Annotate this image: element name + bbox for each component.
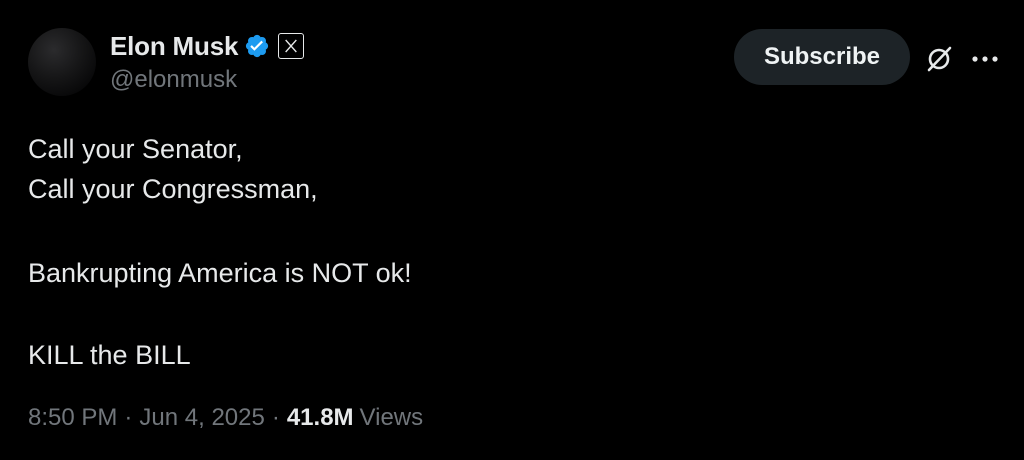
more-icon[interactable] <box>968 44 1002 74</box>
author-handle[interactable]: @elonmusk <box>110 66 237 94</box>
post-text-line: Bankrupting America is NOT ok! <box>28 258 412 288</box>
subscribe-button[interactable]: Subscribe <box>734 29 910 85</box>
post-time[interactable]: 8:50 PM <box>28 404 117 432</box>
post-date[interactable]: Jun 4, 2025 <box>139 404 264 432</box>
tweet: Elon Musk @elonmusk Subscribe Call your … <box>0 0 1024 460</box>
post-meta: 8:50 PM · Jun 4, 2025 · 41.8M Views <box>28 404 423 432</box>
display-name[interactable]: Elon Musk <box>110 31 238 62</box>
views-count[interactable]: 41.8M <box>287 404 354 432</box>
meta-separator: · <box>271 404 280 431</box>
meta-separator: · <box>124 404 133 431</box>
grok-icon[interactable] <box>924 44 954 74</box>
x-affiliate-badge-icon[interactable] <box>278 33 305 59</box>
avatar[interactable] <box>28 28 96 96</box>
verified-badge-icon[interactable] <box>244 33 270 59</box>
post-text-line: Call your Congressman, <box>28 174 318 204</box>
views-label[interactable]: Views <box>360 404 424 432</box>
author-name-row: Elon Musk <box>110 30 305 62</box>
post-text-line: KILL the BILL <box>28 340 191 370</box>
post-text-line: Call your Senator, <box>28 134 243 164</box>
